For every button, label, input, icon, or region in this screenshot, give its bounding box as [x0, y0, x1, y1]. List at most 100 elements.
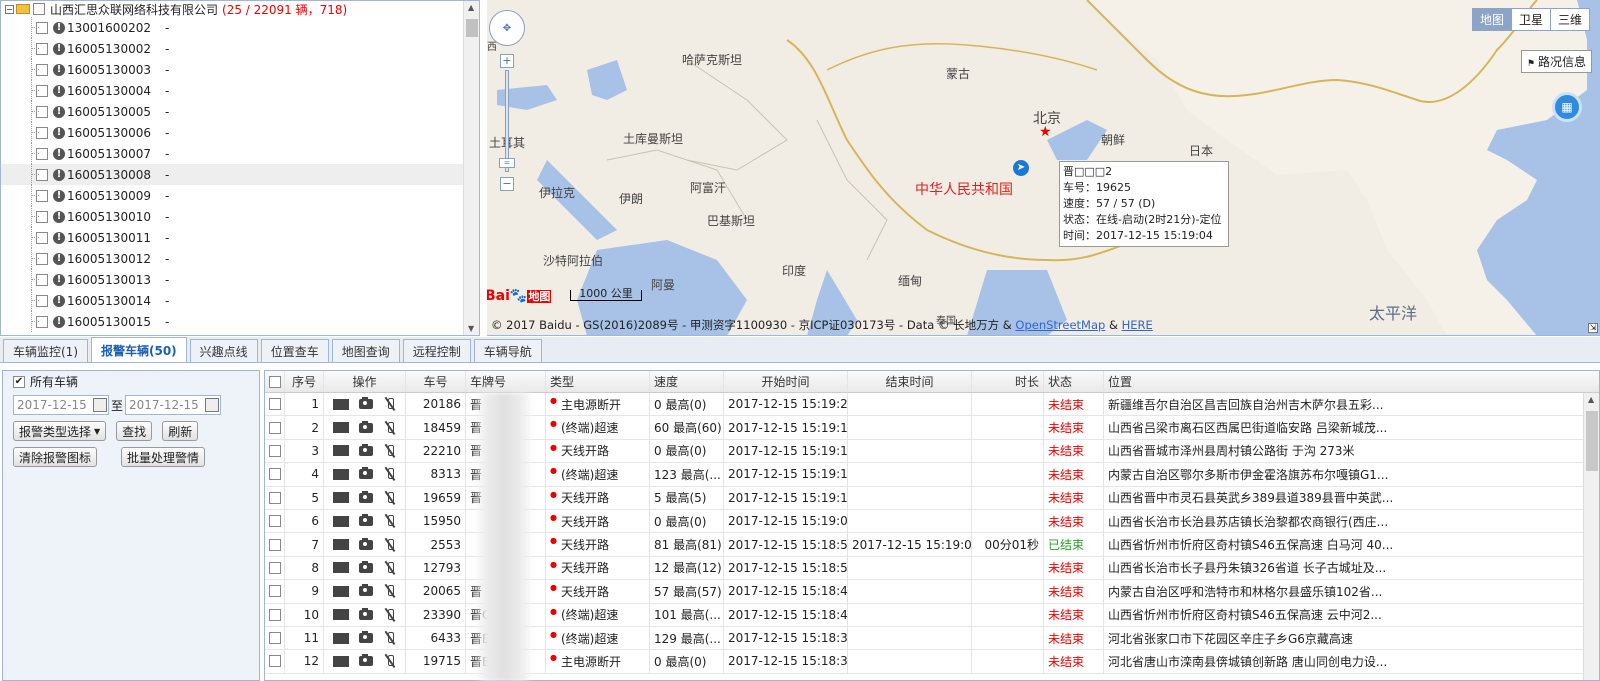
message-icon[interactable] [333, 445, 350, 457]
message-icon[interactable] [333, 515, 350, 527]
tab-0[interactable]: 车辆监控(1) [3, 339, 88, 362]
traffic-button[interactable]: ⚑ 路况信息 [1520, 50, 1592, 73]
tree-item[interactable]: ! 13001600202- [1, 17, 479, 38]
tab-4[interactable]: 地图查询 [331, 339, 400, 362]
camera-icon[interactable] [359, 584, 374, 597]
message-icon[interactable] [333, 468, 350, 480]
mute-alarm-icon[interactable] [384, 654, 396, 668]
tree-item[interactable]: ! 16005130007- [1, 143, 479, 164]
row-checkbox[interactable] [268, 491, 281, 504]
header-speed[interactable]: 速度 [650, 371, 724, 392]
message-icon[interactable] [333, 632, 350, 644]
camera-icon[interactable] [359, 654, 374, 667]
message-icon[interactable] [333, 562, 350, 574]
tree-item[interactable]: ! 16005130014- [1, 290, 479, 311]
row-checkbox[interactable] [268, 585, 281, 598]
scroll-thumb[interactable] [466, 19, 478, 37]
camera-icon[interactable] [359, 420, 374, 433]
row-checkbox[interactable] [268, 398, 281, 411]
camera-icon[interactable] [359, 443, 374, 456]
camera-icon[interactable] [359, 490, 374, 503]
camera-icon[interactable] [359, 467, 374, 480]
vehicle-marker-icon[interactable]: ➤ [1013, 160, 1029, 176]
camera-icon[interactable] [359, 560, 374, 573]
message-icon[interactable] [333, 492, 350, 504]
table-row[interactable]: 1219715晋BA●主电源断开0 最高(0)2017-12-15 15:18:… [265, 650, 1599, 674]
tree-item[interactable]: ! 16005130006- [1, 122, 479, 143]
scroll-down-icon[interactable]: ▼ [468, 324, 474, 333]
map-resize-icon[interactable]: ⇲ [1588, 323, 1598, 333]
row-checkbox[interactable] [268, 538, 281, 551]
table-row[interactable]: 1023390晋C●(终端)超速101 最高(...2017-12-15 15:… [265, 603, 1599, 627]
row-checkbox[interactable] [268, 421, 281, 434]
message-icon[interactable] [333, 398, 350, 410]
row-checkbox[interactable] [268, 468, 281, 481]
mute-alarm-icon[interactable] [384, 561, 396, 575]
table-row[interactable]: 218459晋●(终端)超速60 最高(60)2017-12-15 15:19:… [265, 416, 1599, 440]
search-button[interactable]: 查找 [116, 421, 153, 441]
row-checkbox[interactable] [268, 515, 281, 528]
tree-item[interactable]: ! 16005130003- [1, 59, 479, 80]
mute-alarm-icon[interactable] [384, 421, 396, 435]
tree-root[interactable]: − 山西汇思众联网络科技有限公司 (25 / 22091 辆，718) [1, 1, 479, 17]
clear-alarm-icons-button[interactable]: 清除报警图标 [13, 447, 98, 467]
header-state[interactable]: 状态 [1044, 371, 1104, 392]
osm-link[interactable]: OpenStreetMap [1015, 318, 1105, 332]
header-start[interactable]: 开始时间 [724, 371, 848, 392]
zoom-in-button[interactable]: + [500, 54, 514, 68]
tab-3[interactable]: 位置查车 [260, 339, 329, 362]
map-view[interactable]: 哈萨克斯坦 蒙古 北京 ★ 朝鲜 日本 土耳其 土库曼斯坦 伊拉克 伊朗 阿富汗… [487, 0, 1600, 336]
camera-icon[interactable] [359, 537, 374, 550]
mute-alarm-icon[interactable] [384, 631, 396, 645]
table-row[interactable]: 116433晋B●(终端)超速129 最高(...2017-12-15 15:1… [265, 626, 1599, 651]
table-scrollbar[interactable]: ▲ [1583, 393, 1599, 680]
select-all-checkbox[interactable] [268, 375, 281, 388]
table-row[interactable]: 48313晋●(终端)超速123 最高(...2017-12-15 15:19:… [265, 463, 1599, 487]
table-row[interactable]: 920065晋●天线开路57 最高(57)2017-12-15 15:18:47… [265, 580, 1599, 604]
table-row[interactable]: 120186晋●主电源断开0 最高(0)2017-12-15 15:19:22未… [265, 393, 1599, 417]
row-checkbox[interactable] [268, 655, 281, 668]
calendar-icon[interactable] [205, 398, 220, 412]
mute-alarm-icon[interactable] [384, 444, 396, 458]
mute-alarm-icon[interactable] [384, 491, 396, 505]
grid-tool-icon[interactable]: ▦ [1552, 92, 1582, 122]
tree-item[interactable]: ! 16005130002- [1, 38, 479, 59]
scroll-up-icon[interactable]: ▲ [1588, 395, 1594, 404]
tree-item[interactable]: ! 16005130015- [1, 311, 479, 332]
header-end[interactable]: 结束时间 [848, 371, 972, 392]
tree-item[interactable]: ! 16005130004- [1, 80, 479, 101]
table-row[interactable]: 322210晋●天线开路0 最高(0)2017-12-15 15:19:16未结… [265, 439, 1599, 464]
header-plate[interactable]: 车牌号 [466, 371, 546, 392]
table-row[interactable]: 6 15950 ● 天线开路 0 最高(0) 2017-12-15 15:19:01 未结束… [265, 509, 1599, 534]
zoom-out-button[interactable]: − [500, 177, 514, 191]
camera-icon[interactable] [359, 397, 374, 410]
batch-handle-button[interactable]: 批量处理警情 [121, 447, 206, 467]
tree-item[interactable]: ! 16005130013- [1, 269, 479, 290]
scroll-up-icon[interactable]: ▲ [468, 3, 474, 12]
header-id[interactable]: 车号 [406, 371, 466, 392]
pan-arrows-icon[interactable]: ✥ [503, 23, 511, 34]
alarm-type-select[interactable]: 报警类型选择 ▼ [13, 421, 107, 441]
zoom-slider[interactable] [505, 70, 509, 172]
header-position[interactable]: 位置 [1104, 371, 1584, 392]
message-icon[interactable] [333, 585, 350, 597]
mute-alarm-icon[interactable] [384, 584, 396, 598]
date-from-input[interactable]: 2017-12-15 [13, 395, 109, 415]
calendar-icon[interactable] [93, 398, 107, 412]
header-type[interactable]: 类型 [546, 371, 650, 392]
row-checkbox[interactable] [268, 444, 281, 457]
tree-item[interactable]: ! 16005130009- [1, 185, 479, 206]
header-duration[interactable]: 时长 [972, 371, 1044, 392]
mute-alarm-icon[interactable] [384, 608, 396, 622]
root-checkbox[interactable] [33, 3, 45, 15]
tab-2[interactable]: 兴趣点线 [189, 339, 258, 362]
tree-item[interactable]: ! 16005130011- [1, 227, 479, 248]
row-checkbox[interactable] [268, 608, 281, 621]
message-icon[interactable] [333, 422, 350, 434]
tree-item[interactable]: ! 16005130008- [1, 164, 479, 185]
zoom-slider-thumb[interactable]: = [499, 158, 515, 168]
mute-alarm-icon[interactable] [384, 538, 396, 552]
tab-6[interactable]: 车辆导航 [473, 339, 542, 362]
mute-alarm-icon[interactable] [384, 514, 396, 528]
map-type-3d[interactable]: 三维 [1549, 9, 1589, 30]
